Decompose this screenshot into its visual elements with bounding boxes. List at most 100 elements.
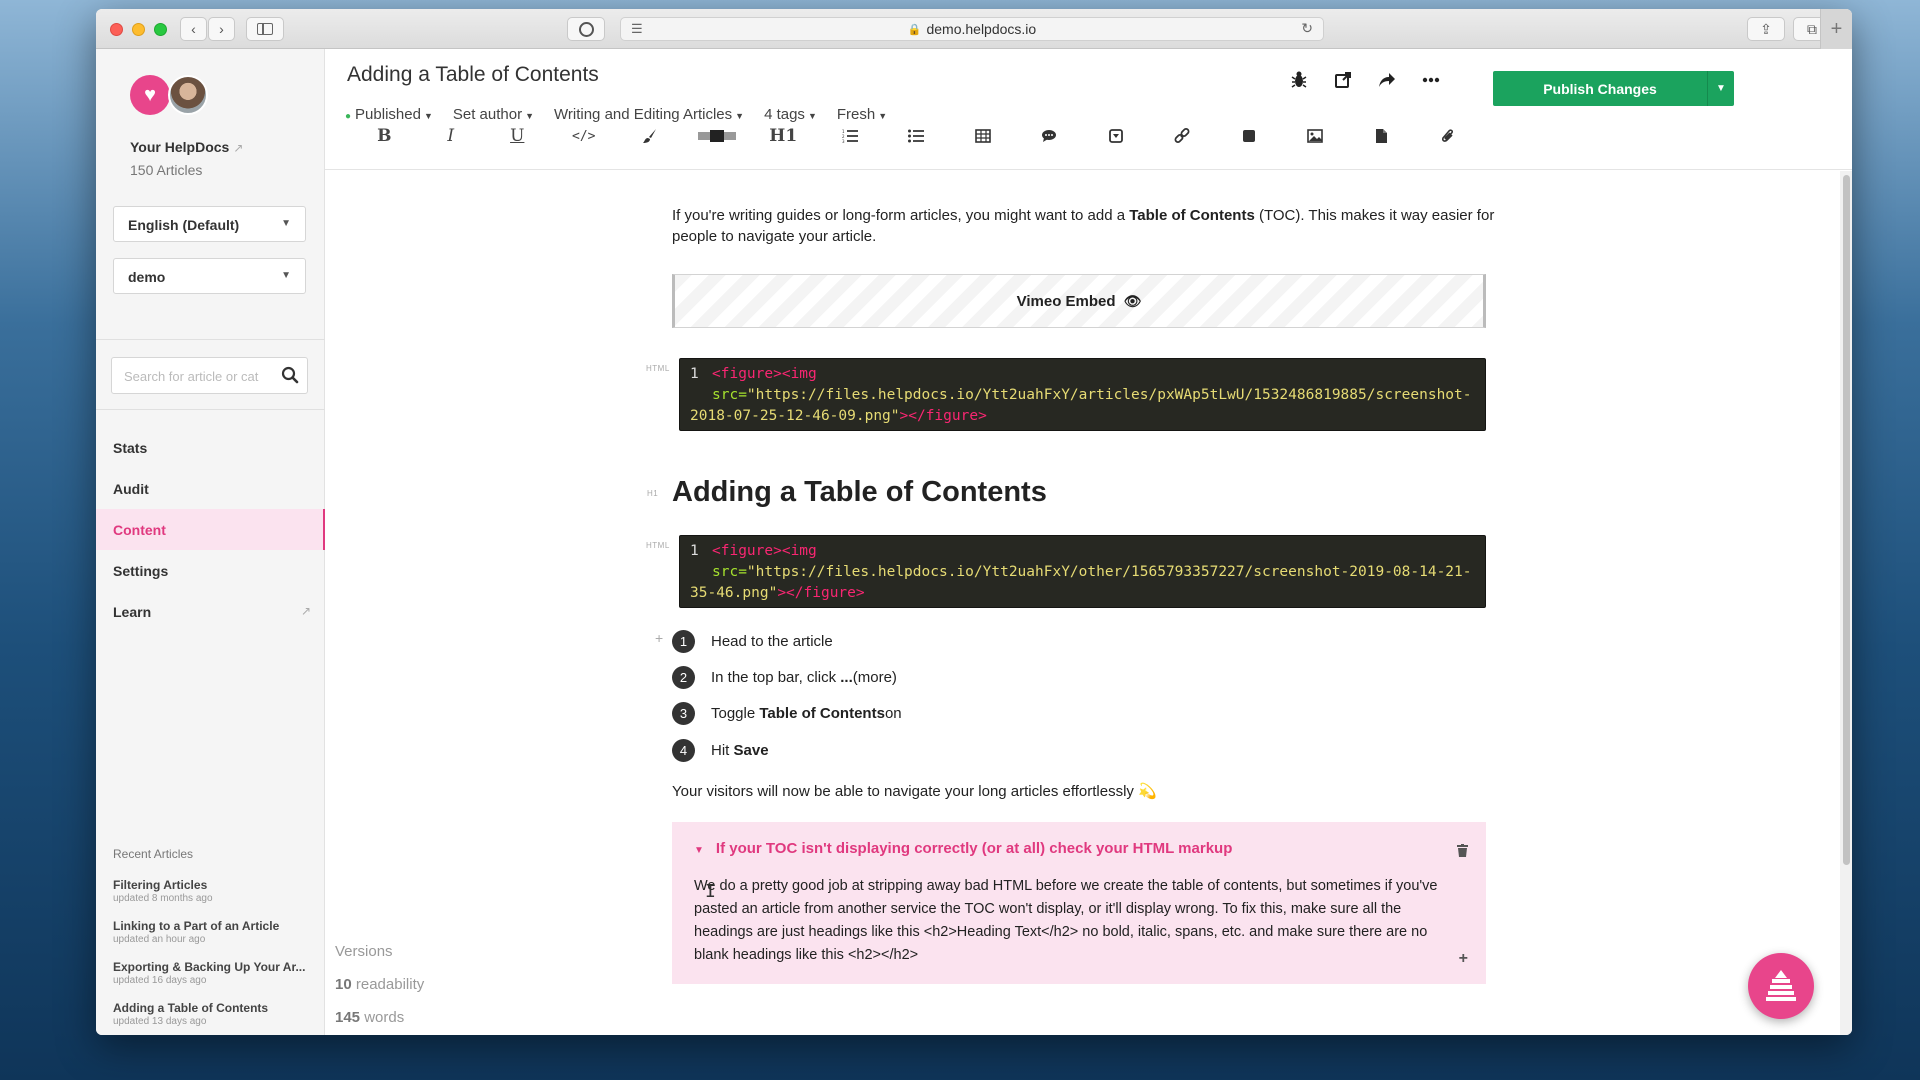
helpdocs-logo[interactable]: ♥ — [130, 75, 170, 115]
callout-block[interactable]: ▼ If your TOC isn't displaying correctly … — [672, 822, 1486, 984]
publish-changes-button[interactable]: Publish Changes ▼ — [1493, 71, 1734, 106]
html-code-block[interactable]: 1 <figure><img src="https://files.helpdoc… — [679, 358, 1486, 431]
new-tab-button[interactable]: + — [1820, 9, 1852, 49]
reload-icon[interactable]: ↻ — [1301, 20, 1313, 37]
zoom-window-button[interactable] — [154, 23, 167, 36]
chevron-down-icon[interactable]: ▼ — [694, 845, 704, 856]
code-tag: ></figure> — [899, 408, 987, 424]
minimize-window-button[interactable] — [132, 23, 145, 36]
nav-label: Settings — [113, 563, 169, 579]
block-type-label: HTML — [646, 364, 670, 373]
editor-content[interactable]: If you're writing guides or long-form ar… — [325, 171, 1840, 1035]
bug-icon[interactable] — [1288, 69, 1310, 91]
link-icon[interactable] — [1149, 124, 1216, 148]
steps-list[interactable]: 1 Head to the article 2 In the top bar, … — [672, 623, 902, 768]
list-item: 4 Hit Save — [672, 732, 902, 768]
file-icon[interactable] — [1349, 124, 1416, 148]
freshness-dropdown[interactable]: Fresh ▼ — [837, 106, 887, 123]
nav-label: Stats — [113, 440, 148, 456]
dropdown-box-icon[interactable] — [1083, 124, 1150, 148]
intro-paragraph[interactable]: If you're writing guides or long-form ar… — [672, 205, 1502, 247]
code-attr: src= — [712, 387, 747, 403]
chevron-down-icon: ▼ — [281, 270, 291, 281]
comment-icon[interactable] — [1016, 124, 1083, 148]
chevron-down-icon: ▼ — [878, 111, 888, 121]
close-window-button[interactable] — [110, 23, 123, 36]
article-title[interactable]: Adding a Table of Contents — [347, 63, 599, 87]
nav-item-learn[interactable]: Learn ↗ — [96, 591, 325, 632]
help-beacon-button[interactable] — [1748, 953, 1814, 1019]
step-bold: ... — [840, 668, 853, 686]
word-count-stat: 145 words — [335, 1009, 404, 1026]
italic-icon[interactable]: I — [418, 124, 485, 148]
more-icon[interactable] — [1420, 69, 1442, 91]
callout-title[interactable]: ▼ If your TOC isn't displaying correctly … — [694, 840, 1464, 857]
heading-icon[interactable]: H1 — [750, 124, 817, 148]
brush-icon[interactable] — [617, 124, 684, 148]
bold-icon[interactable]: B — [351, 124, 418, 148]
block-type-label: H1 — [647, 489, 659, 498]
recent-article[interactable]: Linking to a Part of an Article updated … — [113, 919, 313, 945]
toggle-icon[interactable] — [684, 124, 751, 148]
search-icon[interactable] — [281, 366, 299, 389]
versions-link[interactable]: Versions — [335, 943, 393, 960]
search-box[interactable] — [111, 357, 308, 394]
code-icon[interactable]: </> — [551, 124, 618, 148]
html-code-block[interactable]: 1 <figure><img src="https://files.helpdoc… — [679, 535, 1486, 608]
table-icon[interactable] — [950, 124, 1017, 148]
forward-button[interactable]: › — [208, 17, 235, 41]
square-icon[interactable] — [1216, 124, 1283, 148]
external-link-icon[interactable]: ↗ — [233, 141, 243, 155]
bullet-list-icon[interactable] — [883, 124, 950, 148]
author-label: Set author — [452, 106, 523, 123]
eye-icon[interactable]: 👁 — [1124, 293, 1142, 310]
sidebar-toggle-button[interactable] — [246, 17, 284, 41]
recent-article[interactable]: Exporting & Backing Up Your Ar... update… — [113, 960, 313, 986]
callout-body[interactable]: We do a pretty good job at stripping awa… — [694, 875, 1464, 967]
attachment-icon[interactable] — [1415, 124, 1482, 148]
category-dropdown[interactable]: Writing and Editing Articles ▼ — [554, 106, 744, 123]
word-count-label: words — [364, 1009, 405, 1026]
nav-item-audit[interactable]: Audit — [96, 468, 325, 509]
vimeo-embed-block[interactable]: Vimeo Embed 👁 — [672, 274, 1486, 328]
plus-icon[interactable]: + — [1459, 950, 1468, 968]
nav-item-settings[interactable]: Settings — [96, 550, 325, 591]
recent-article[interactable]: Filtering Articles updated 8 months ago — [113, 878, 313, 904]
language-select[interactable]: English (Default) ▼ — [113, 206, 306, 242]
callout-title-text: If your TOC isn't displaying correctly (… — [715, 840, 1233, 857]
image-icon[interactable] — [1282, 124, 1349, 148]
nav-item-stats[interactable]: Stats — [96, 427, 325, 468]
underline-icon[interactable]: U — [484, 124, 551, 148]
status-dropdown[interactable]: ● Published ▼ — [345, 106, 433, 123]
scrollbar[interactable] — [1840, 171, 1852, 1035]
search-input[interactable] — [124, 369, 274, 384]
nav-item-content[interactable]: Content — [96, 509, 325, 550]
outro-paragraph[interactable]: Your visitors will now be able to naviga… — [672, 781, 1502, 802]
avatar[interactable] — [168, 75, 208, 115]
scrollbar-thumb[interactable] — [1843, 175, 1850, 865]
add-block-icon[interactable]: + — [655, 630, 663, 646]
share-arrow-icon[interactable] — [1376, 69, 1398, 91]
code-string: "https://files.helpdocs.io/Ytt2uahFxY/ar… — [690, 387, 1472, 424]
share-button[interactable]: ⇪ — [1747, 17, 1785, 41]
site-name[interactable]: Your HelpDocs ↗ — [130, 139, 243, 155]
author-dropdown[interactable]: Set author ▼ — [453, 106, 534, 123]
password-button[interactable] — [567, 17, 605, 41]
block-type-label: HTML — [646, 541, 670, 550]
project-select[interactable]: demo ▼ — [113, 258, 306, 294]
back-button[interactable]: ‹ — [180, 17, 207, 41]
plus-icon: + — [1830, 17, 1843, 40]
external-link-icon[interactable] — [1332, 69, 1354, 91]
tags-dropdown[interactable]: 4 tags ▼ — [764, 106, 817, 123]
list-item: 3 Toggle Table of Contents on — [672, 696, 902, 732]
address-bar[interactable]: ☰ 🔒 demo.helpdocs.io ↻ — [620, 17, 1324, 41]
article-heading[interactable]: Adding a Table of Contents — [672, 476, 1047, 509]
trash-icon[interactable] — [1457, 844, 1468, 860]
publish-options-button[interactable]: ▼ — [1707, 71, 1734, 106]
recent-article[interactable]: Adding a Table of Contents updated 13 da… — [113, 1001, 313, 1027]
reader-icon[interactable]: ☰ — [631, 21, 643, 37]
ordered-list-icon[interactable]: 123 — [817, 124, 884, 148]
readability-stat: 10 readability — [335, 976, 424, 993]
line-number: 1 — [690, 543, 699, 559]
step-bold: Save — [733, 741, 769, 759]
